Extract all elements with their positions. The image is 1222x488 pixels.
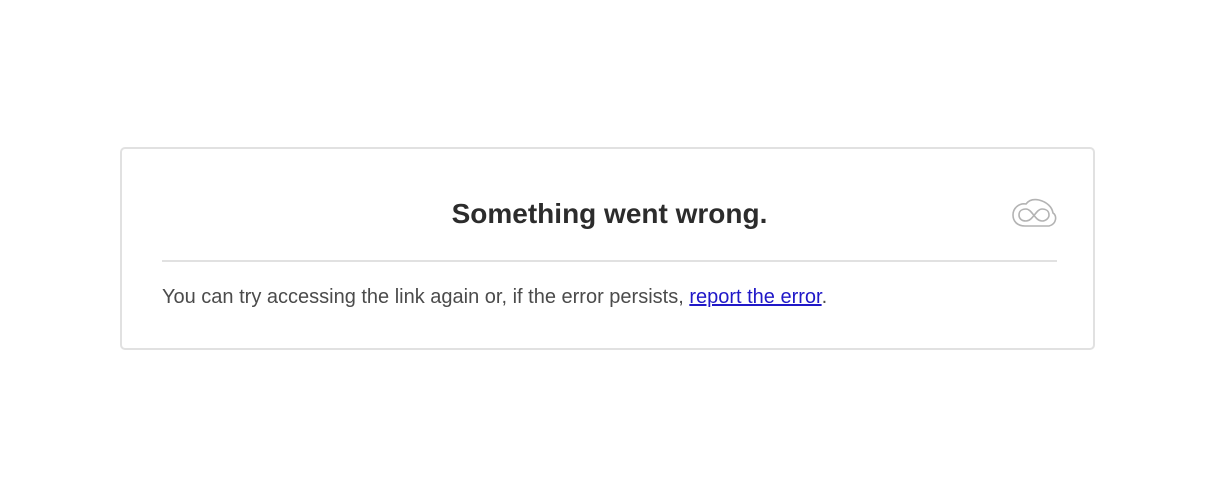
error-title: Something went wrong. xyxy=(451,198,768,229)
error-message-period: . xyxy=(821,286,828,308)
error-message: You can try accessing the link again or,… xyxy=(162,283,827,311)
error-card-header: Something went wrong. xyxy=(162,149,1057,262)
error-card: Something went wrong. You can try access… xyxy=(120,147,1095,350)
creative-cloud-icon xyxy=(1011,197,1057,231)
error-message-text: You can try accessing the link again or,… xyxy=(162,286,690,308)
report-error-link[interactable]: report the error xyxy=(689,286,821,308)
